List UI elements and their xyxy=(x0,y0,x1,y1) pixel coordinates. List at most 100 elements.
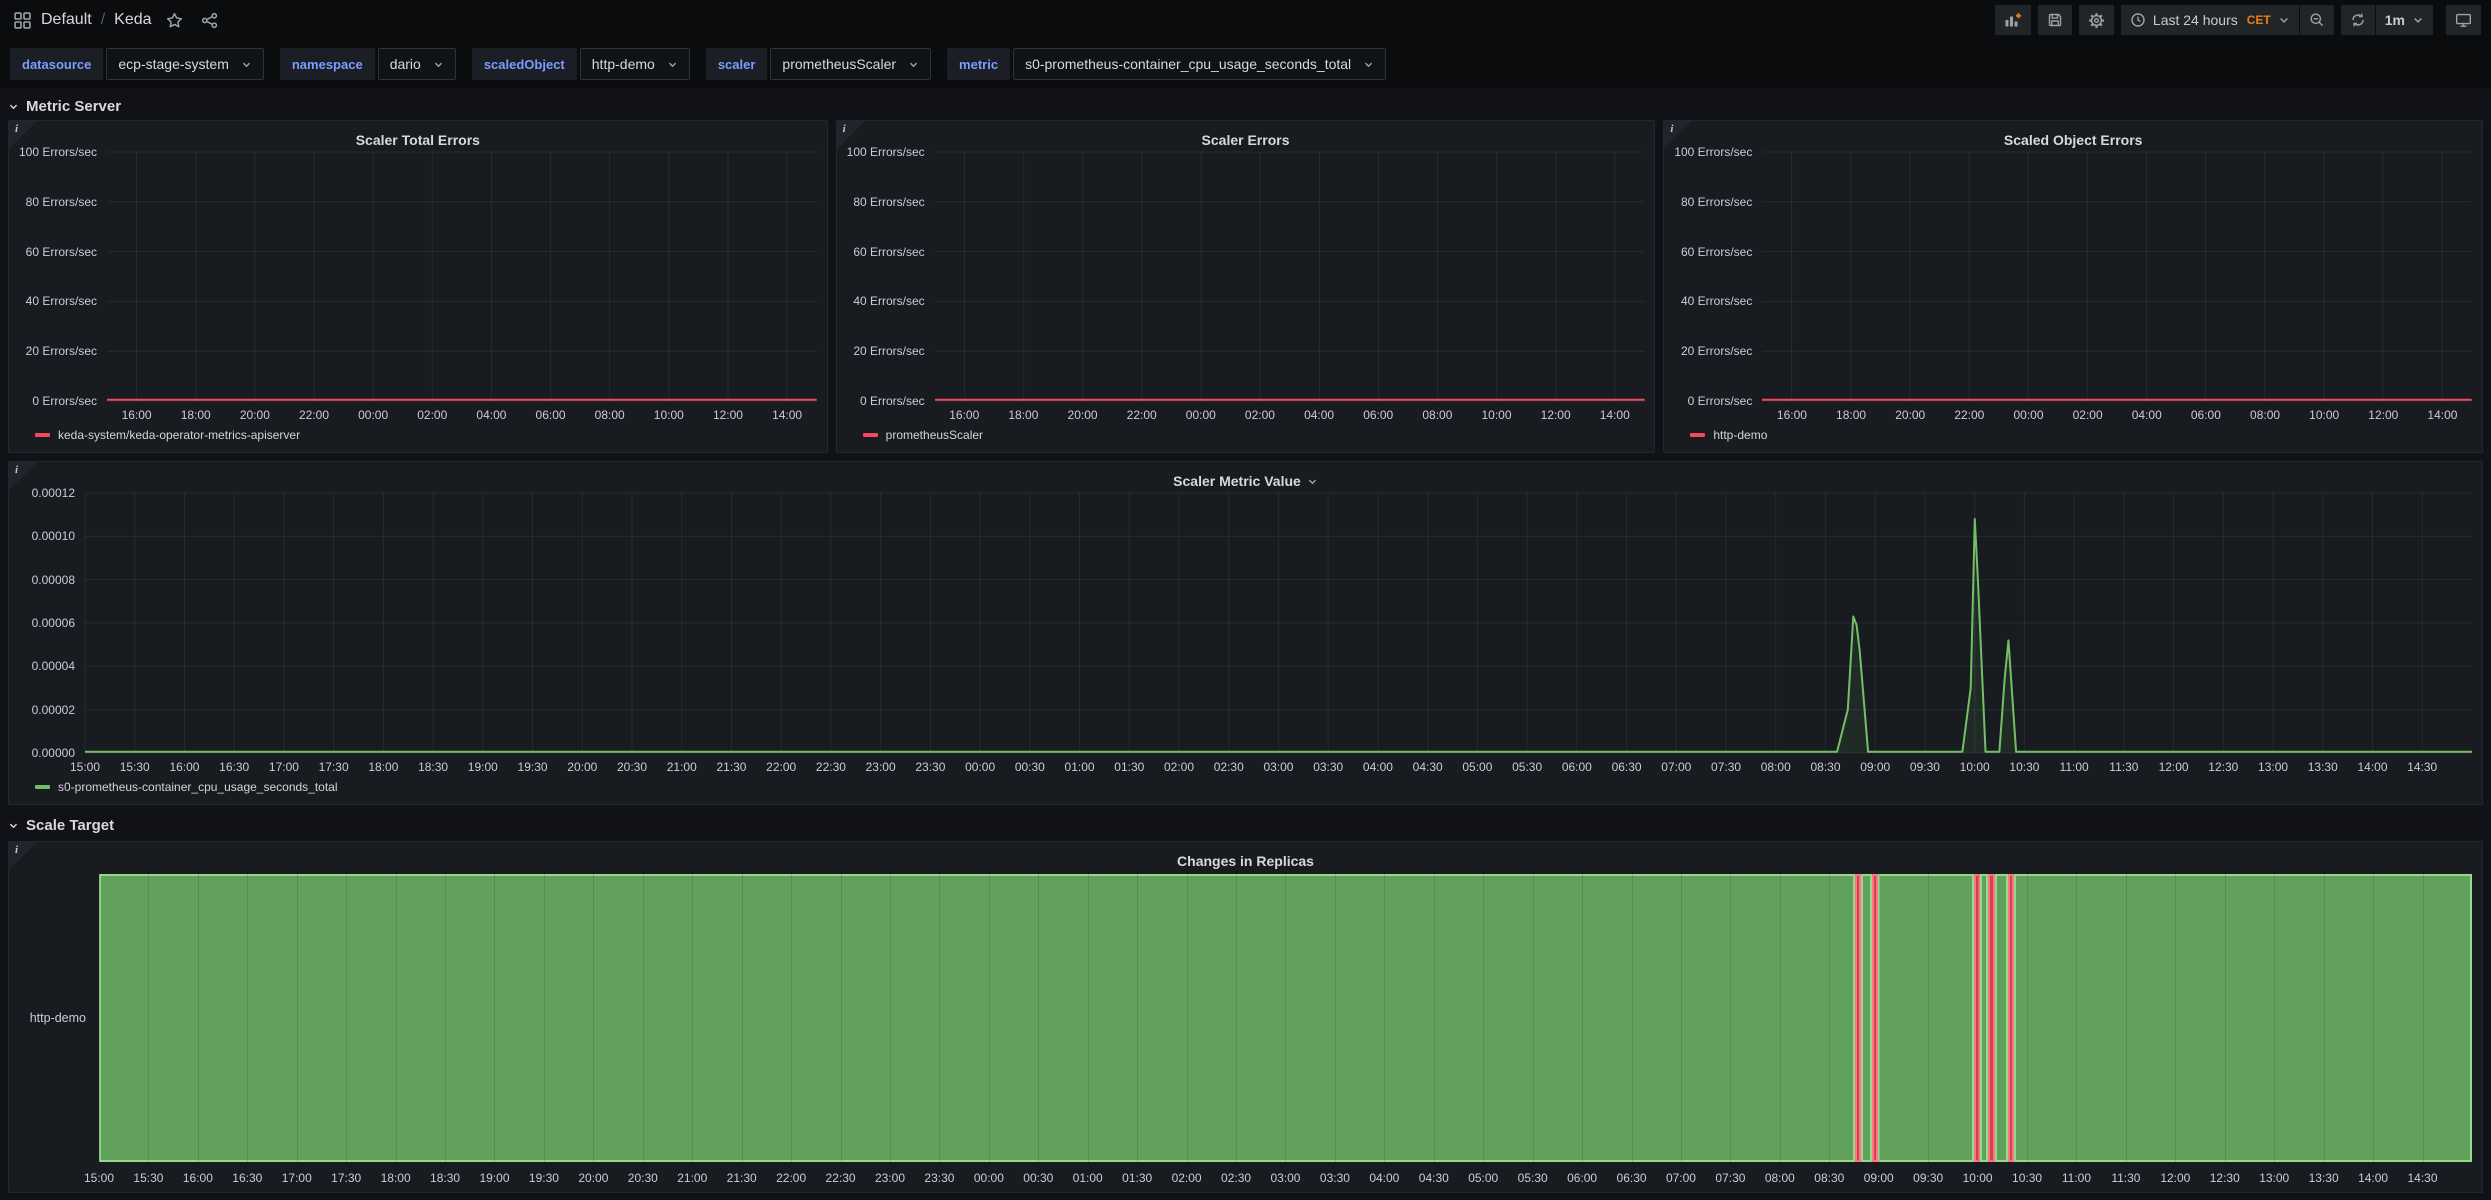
panel-title[interactable]: Scaler Total Errors xyxy=(19,128,817,152)
variable-value-text: prometheusScaler xyxy=(782,56,896,72)
legend-swatch xyxy=(1690,433,1705,437)
x-axis-label: 08:00 xyxy=(1761,760,1791,774)
row-header-metric-server[interactable]: Metric Server xyxy=(8,92,2483,120)
x-axis-label: 10:30 xyxy=(2012,1171,2042,1185)
variable-value-metric[interactable]: s0-prometheus-container_cpu_usage_second… xyxy=(1013,48,1386,80)
breadcrumb-dashboard[interactable]: Keda xyxy=(114,11,151,29)
panel-title[interactable]: Changes in Replicas xyxy=(19,849,2472,873)
collapse-chevron-icon xyxy=(8,101,19,112)
panel-changes-in-replicas: i Changes in Replicas http-demo 15:0015:… xyxy=(8,841,2483,1193)
plot-area[interactable] xyxy=(85,493,2472,753)
legend-swatch xyxy=(35,785,50,789)
x-axis-label: 12:00 xyxy=(2368,408,2398,422)
variable-value-namespace[interactable]: dario xyxy=(378,48,456,80)
x-axis: 15:0015:3016:0016:3017:0017:3018:0018:30… xyxy=(99,1163,2472,1187)
save-dashboard-button[interactable] xyxy=(2038,5,2072,35)
x-axis-label: 07:00 xyxy=(1661,760,1691,774)
x-axis-label: 20:00 xyxy=(240,408,270,422)
panel-info-icon[interactable]: i xyxy=(9,462,37,490)
y-axis: 0.000120.000100.000080.000060.000040.000… xyxy=(19,493,85,753)
refresh-interval-dropdown[interactable]: 1m xyxy=(2375,5,2433,35)
panel-info-icon[interactable]: i xyxy=(9,842,37,870)
kiosk-mode-button[interactable] xyxy=(2446,5,2481,35)
panel-title[interactable]: Scaler Errors xyxy=(847,128,1645,152)
panel-title[interactable]: Scaler Metric Value xyxy=(19,469,2472,493)
dashboard-settings-button[interactable] xyxy=(2079,5,2114,35)
legend-item[interactable]: prometheusScaler xyxy=(847,423,1645,447)
collapse-chevron-icon xyxy=(8,820,19,831)
x-axis-label: 23:00 xyxy=(875,1171,905,1185)
x-axis-label: 18:30 xyxy=(418,760,448,774)
x-axis-label: 18:30 xyxy=(430,1171,460,1185)
variable-metric: metric s0-prometheus-container_cpu_usage… xyxy=(947,48,1386,80)
variable-value-text: http-demo xyxy=(592,56,655,72)
chevron-down-icon xyxy=(2412,14,2424,26)
search-minus-icon xyxy=(2309,12,2325,28)
zoom-out-time-button[interactable] xyxy=(2299,5,2334,35)
timeline-segment-ok[interactable] xyxy=(1995,874,2009,1162)
star-dashboard-button[interactable] xyxy=(162,8,187,33)
x-axis-label: 08:00 xyxy=(2250,408,2280,422)
x-axis-label: 19:30 xyxy=(518,760,548,774)
chevron-down-icon xyxy=(2278,14,2290,26)
legend-item[interactable]: s0-prometheus-container_cpu_usage_second… xyxy=(19,775,2472,799)
plot-area[interactable] xyxy=(1762,152,2472,401)
variable-label-scaler[interactable]: scaler xyxy=(706,48,768,80)
panel-info-icon[interactable]: i xyxy=(9,121,37,149)
refresh-dashboard-button[interactable] xyxy=(2341,5,2375,35)
legend-label: s0-prometheus-container_cpu_usage_second… xyxy=(58,780,338,794)
panel-info-icon[interactable]: i xyxy=(1664,121,1692,149)
timeline-segment-ok[interactable] xyxy=(99,874,1855,1162)
x-axis-label: 01:30 xyxy=(1114,760,1144,774)
time-range-picker[interactable]: Last 24 hours CET xyxy=(2121,5,2299,35)
breadcrumb-folder[interactable]: Default xyxy=(41,11,92,29)
panel-menu-chevron-icon[interactable] xyxy=(1307,476,1318,487)
y-axis-label: 80 Errors/sec xyxy=(1681,195,1752,209)
row-title: Scale Target xyxy=(26,817,114,834)
variable-label-scaledobject[interactable]: scaledObject xyxy=(472,48,577,80)
variable-value-scaledobject[interactable]: http-demo xyxy=(580,48,690,80)
variable-value-datasource[interactable]: ecp-stage-system xyxy=(106,48,263,80)
x-axis-label: 18:00 xyxy=(181,408,211,422)
legend-label: prometheusScaler xyxy=(886,428,983,442)
plot-area[interactable] xyxy=(107,152,817,401)
legend-item[interactable]: http-demo xyxy=(1674,423,2472,447)
x-axis-label: 16:00 xyxy=(949,408,979,422)
panel-info-icon[interactable]: i xyxy=(837,121,865,149)
legend-label: keda-system/keda-operator-metrics-apiser… xyxy=(58,428,300,442)
row-header-scale-target[interactable]: Scale Target xyxy=(8,811,2483,839)
variable-label-datasource[interactable]: datasource xyxy=(10,48,103,80)
x-axis-label: 14:00 xyxy=(2427,408,2457,422)
variable-label-metric[interactable]: metric xyxy=(947,48,1010,80)
timeline-segment-ok[interactable] xyxy=(1878,874,1974,1162)
chevron-down-icon xyxy=(1363,59,1374,70)
x-axis-label: 08:30 xyxy=(1814,1171,1844,1185)
panel-title[interactable]: Scaled Object Errors xyxy=(1674,128,2472,152)
x-axis-label: 18:00 xyxy=(368,760,398,774)
x-axis-label: 11:00 xyxy=(2060,760,2089,774)
x-axis-label: 08:00 xyxy=(1422,408,1452,422)
x-axis-label: 00:00 xyxy=(965,760,995,774)
x-axis-label: 16:00 xyxy=(183,1171,213,1185)
x-axis-label: 13:30 xyxy=(2308,760,2338,774)
x-axis-label: 18:00 xyxy=(1836,408,1866,422)
timeline-segment-ok[interactable] xyxy=(1980,874,1988,1162)
add-panel-button[interactable] xyxy=(1995,5,2031,35)
panel-scaler-total-errors: i Scaler Total Errors 100 Errors/sec80 E… xyxy=(8,120,828,453)
timeline-bar[interactable] xyxy=(99,873,2472,1163)
timeline-segment-ok[interactable] xyxy=(1861,874,1871,1162)
timeline-segment-ok[interactable] xyxy=(2014,874,2472,1162)
x-axis-label: 03:00 xyxy=(1263,760,1293,774)
y-axis-label: 0.00000 xyxy=(32,746,75,760)
share-dashboard-button[interactable] xyxy=(197,8,222,33)
breadcrumb: Default / Keda xyxy=(41,11,152,29)
plot-area[interactable] xyxy=(935,152,1645,401)
x-axis-label: 15:00 xyxy=(70,760,100,774)
scaler-total-errors-chart: 100 Errors/sec80 Errors/sec60 Errors/sec… xyxy=(19,152,817,423)
x-axis-label: 22:00 xyxy=(1954,408,1984,422)
variable-value-scaler[interactable]: prometheusScaler xyxy=(770,48,931,80)
dashboards-grid-icon[interactable] xyxy=(14,12,31,29)
variable-label-namespace[interactable]: namespace xyxy=(280,48,375,80)
timeline-row-label: http-demo xyxy=(19,873,99,1163)
legend-item[interactable]: keda-system/keda-operator-metrics-apiser… xyxy=(19,423,817,447)
